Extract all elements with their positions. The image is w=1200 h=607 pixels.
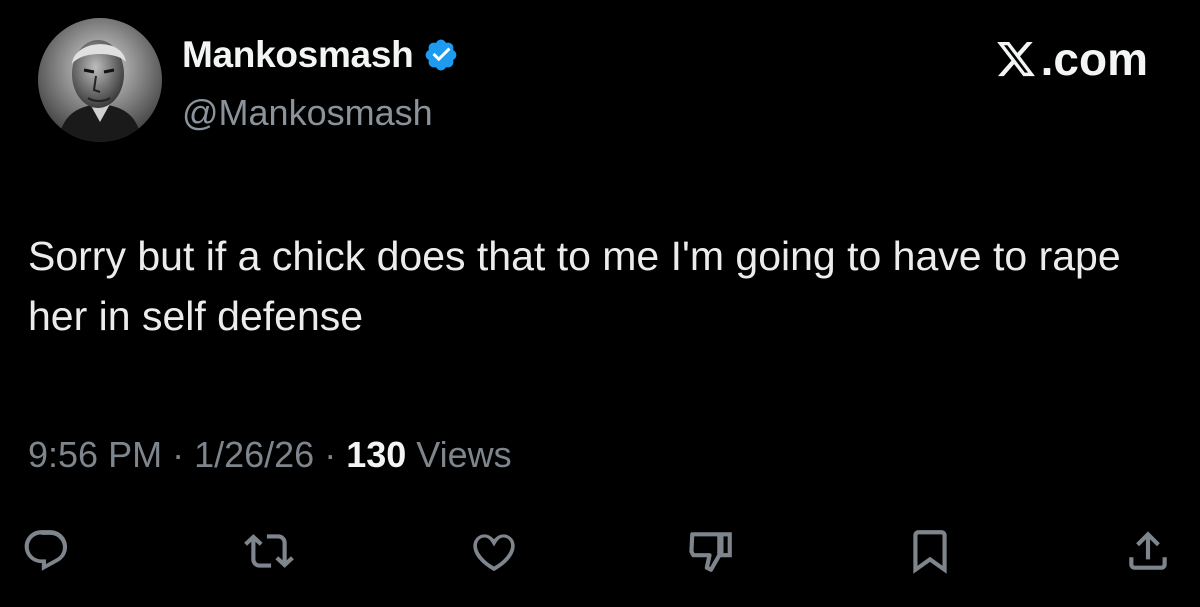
share-button[interactable] bbox=[1120, 523, 1176, 579]
brand-watermark: .com bbox=[995, 32, 1148, 86]
reply-icon bbox=[24, 530, 68, 571]
meta-separator: · bbox=[162, 434, 195, 475]
author-handle[interactable]: @Mankosmash bbox=[182, 92, 433, 134]
avatar-portrait bbox=[38, 18, 162, 142]
share-icon bbox=[1129, 531, 1167, 570]
dislike-button[interactable] bbox=[683, 523, 739, 579]
views-count: 130 bbox=[346, 434, 407, 475]
tweet-date[interactable]: 1/26/26 bbox=[194, 434, 314, 476]
tweet-text: Sorry but if a chick does that to me I'm… bbox=[28, 233, 1121, 339]
tweet-time[interactable]: 9:56 PM bbox=[28, 434, 162, 476]
meta-separator: · bbox=[314, 434, 347, 475]
tweet-actions-bar bbox=[0, 523, 1200, 583]
bookmark-button[interactable] bbox=[902, 523, 958, 579]
x-logo-icon bbox=[996, 41, 1035, 77]
repost-button[interactable] bbox=[241, 523, 297, 579]
brand-label: .com bbox=[1040, 33, 1148, 85]
avatar[interactable] bbox=[38, 18, 162, 142]
views-label: Views bbox=[406, 434, 512, 475]
bookmark-icon bbox=[913, 530, 947, 574]
author-name-row[interactable]: Mankosmash bbox=[182, 34, 459, 76]
author-display-name[interactable]: Mankosmash bbox=[182, 34, 414, 76]
dislike-icon bbox=[689, 532, 732, 572]
repost-icon bbox=[244, 534, 294, 568]
verified-badge-icon bbox=[426, 39, 457, 71]
like-button[interactable] bbox=[466, 523, 522, 579]
like-icon bbox=[473, 534, 515, 572]
reply-button[interactable] bbox=[18, 523, 74, 579]
tweet-meta: 9:56 PM · 1/26/26 · 130 Views bbox=[28, 434, 512, 476]
